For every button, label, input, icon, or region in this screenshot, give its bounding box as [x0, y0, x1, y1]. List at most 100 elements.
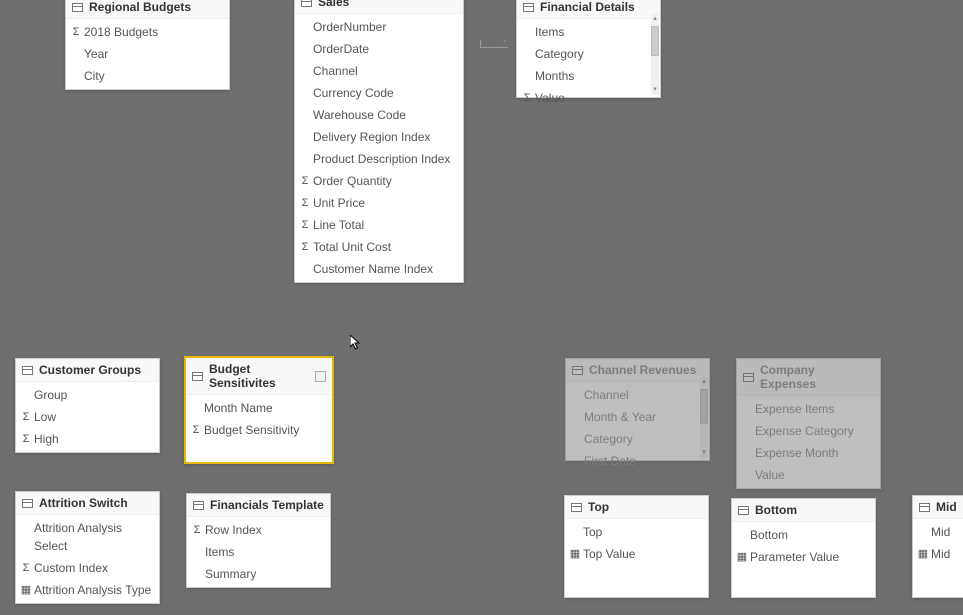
scrollbar[interactable]: ▴ ▾: [651, 14, 659, 95]
field-item[interactable]: Warehouse Code: [295, 104, 463, 126]
table-bottom[interactable]: Bottom Bottom ▦Parameter Value: [731, 498, 876, 598]
field-item[interactable]: ΣHigh: [16, 428, 159, 450]
table-options-button[interactable]: [315, 371, 326, 382]
table-header[interactable]: Top: [565, 496, 708, 519]
field-item[interactable]: Expense Month: [737, 442, 880, 464]
field-list: OrderNumber OrderDate Channel Currency C…: [295, 14, 463, 282]
scroll-down-icon[interactable]: ▾: [700, 448, 708, 458]
field-list: Mid ▦Mid: [913, 519, 963, 567]
table-header[interactable]: Customer Groups: [16, 359, 159, 382]
table-header[interactable]: Sales: [295, 0, 463, 14]
field-item[interactable]: ΣRow Index: [187, 519, 330, 541]
table-header[interactable]: Channel Revenues: [566, 359, 709, 382]
field-item[interactable]: First Date: [566, 450, 699, 472]
scrollbar-thumb[interactable]: [700, 389, 708, 424]
table-company-expenses[interactable]: Company Expenses Expense Items Expense C…: [736, 358, 881, 489]
field-label: City: [84, 67, 105, 85]
table-header[interactable]: Attrition Switch: [16, 492, 159, 515]
field-item[interactable]: Value: [737, 464, 880, 486]
field-label: Attrition Analysis Type: [34, 581, 151, 599]
field-label: Customer Name Index: [313, 260, 433, 278]
table-financial-details[interactable]: Financial Details Items Category Months …: [516, 0, 661, 98]
field-label: Summary: [205, 565, 256, 583]
calculated-icon: ▦: [569, 546, 581, 563]
field-item[interactable]: Category: [566, 428, 699, 450]
table-title: Mid: [936, 500, 957, 514]
field-item[interactable]: Group: [16, 384, 159, 406]
field-item[interactable]: Channel: [295, 60, 463, 82]
field-item[interactable]: Top: [565, 521, 708, 543]
table-icon: [743, 373, 754, 382]
field-item[interactable]: ΣLow: [16, 406, 159, 428]
field-label: Line Total: [313, 216, 364, 234]
field-item[interactable]: Summary: [187, 563, 330, 585]
field-item[interactable]: Σ2018 Budgets: [66, 21, 229, 43]
table-attrition-switch[interactable]: Attrition Switch Attrition Analysis Sele…: [15, 491, 160, 604]
table-icon: [571, 503, 582, 512]
field-item[interactable]: Month & Year: [566, 406, 699, 428]
field-label: Group: [34, 386, 67, 404]
field-list: Σ2018 Budgets Year City: [66, 19, 229, 89]
table-header[interactable]: Budget Sensitivites: [186, 358, 332, 395]
field-item[interactable]: ▦Mid: [913, 543, 963, 565]
table-regional-budgets[interactable]: Regional Budgets Σ2018 Budgets Year City: [65, 0, 230, 90]
table-mid[interactable]: Mid Mid ▦Mid: [912, 495, 963, 598]
field-item[interactable]: ▦Top Value: [565, 543, 708, 565]
sigma-icon: Σ: [70, 24, 82, 41]
field-item[interactable]: Attrition Analysis Select: [16, 517, 159, 557]
table-header[interactable]: Company Expenses: [737, 359, 880, 396]
field-item[interactable]: OrderDate: [295, 38, 463, 60]
field-item[interactable]: ΣCustom Index: [16, 557, 159, 579]
field-item[interactable]: City: [66, 65, 229, 87]
field-label: Items: [535, 23, 564, 41]
scrollbar[interactable]: ▴ ▾: [700, 377, 708, 458]
field-item[interactable]: ΣLine Total: [295, 214, 463, 236]
field-item[interactable]: ΣUnit Price: [295, 192, 463, 214]
field-item[interactable]: Items: [517, 21, 650, 43]
scroll-up-icon[interactable]: ▴: [700, 377, 708, 387]
field-item[interactable]: ▦Attrition Analysis Type: [16, 579, 159, 601]
scroll-down-icon[interactable]: ▾: [651, 85, 659, 95]
scrollbar-thumb[interactable]: [651, 26, 659, 56]
field-item[interactable]: ΣTotal Unit Cost: [295, 236, 463, 258]
field-item[interactable]: Delivery Region Index: [295, 126, 463, 148]
field-item[interactable]: Product Description Index: [295, 148, 463, 170]
table-sales[interactable]: Sales OrderNumber OrderDate Channel Curr…: [294, 0, 464, 283]
field-list: Top ▦Top Value: [565, 519, 708, 567]
field-item[interactable]: Expense Items: [737, 398, 880, 420]
field-item[interactable]: Category: [517, 43, 650, 65]
table-header[interactable]: Regional Budgets: [66, 0, 229, 19]
field-item[interactable]: Items: [187, 541, 330, 563]
field-item[interactable]: ΣOrder Quantity: [295, 170, 463, 192]
table-budget-sensitivities[interactable]: Budget Sensitivites Month Name ΣBudget S…: [184, 356, 334, 464]
field-item[interactable]: OrderNumber: [295, 16, 463, 38]
field-item[interactable]: ΣBudget Sensitivity: [186, 419, 332, 441]
table-header[interactable]: Bottom: [732, 499, 875, 522]
field-item[interactable]: Mid: [913, 521, 963, 543]
field-item[interactable]: ▦Parameter Value: [732, 546, 875, 568]
field-list: Month Name ΣBudget Sensitivity: [186, 395, 332, 443]
field-item[interactable]: ΣValue: [517, 87, 650, 109]
field-label: Product Description Index: [313, 150, 450, 168]
field-item[interactable]: Channel: [566, 384, 699, 406]
field-label: Channel: [584, 386, 629, 404]
table-header[interactable]: Mid: [913, 496, 963, 519]
field-item[interactable]: Currency Code: [295, 82, 463, 104]
table-financials-template[interactable]: Financials Template ΣRow Index Items Sum…: [186, 493, 331, 588]
table-header[interactable]: Financial Details: [517, 0, 660, 19]
field-item[interactable]: Customer Name Index: [295, 258, 463, 280]
field-label: Value: [755, 466, 785, 484]
field-item[interactable]: Bottom: [732, 524, 875, 546]
field-item[interactable]: Month Name: [186, 397, 332, 419]
field-item[interactable]: Year: [66, 43, 229, 65]
table-customer-groups[interactable]: Customer Groups Group ΣLow ΣHigh: [15, 358, 160, 453]
table-header[interactable]: Financials Template: [187, 494, 330, 517]
field-item[interactable]: Expense Category: [737, 420, 880, 442]
field-label: Mid: [931, 545, 950, 563]
table-channel-revenues[interactable]: Channel Revenues Channel Month & Year Ca…: [565, 358, 710, 461]
scroll-up-icon[interactable]: ▴: [651, 14, 659, 24]
table-title: Bottom: [755, 503, 797, 517]
table-top[interactable]: Top Top ▦Top Value: [564, 495, 709, 598]
field-item[interactable]: Months: [517, 65, 650, 87]
table-title: Attrition Switch: [39, 496, 128, 510]
